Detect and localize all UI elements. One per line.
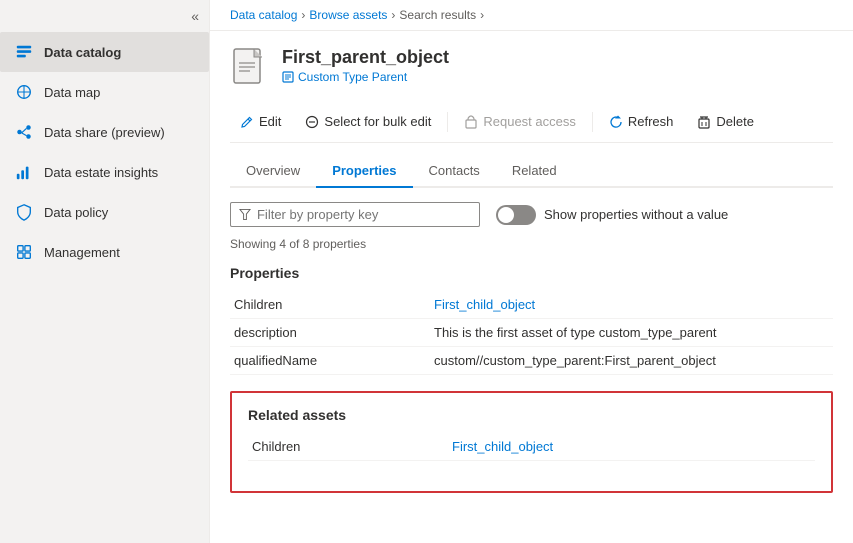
breadcrumb-search-results: Search results bbox=[399, 8, 476, 22]
sidebar-item-data-catalog[interactable]: Data catalog bbox=[0, 32, 209, 72]
table-row: qualifiedName custom//custom_type_parent… bbox=[230, 347, 833, 375]
asset-title-block: First_parent_object Custom Type Parent bbox=[282, 47, 449, 84]
tab-overview[interactable]: Overview bbox=[230, 155, 316, 188]
filter-input-wrap[interactable] bbox=[230, 202, 480, 227]
toolbar-separator bbox=[447, 112, 448, 132]
tabs: Overview Properties Contacts Related bbox=[230, 155, 833, 188]
select-bulk-label: Select for bulk edit bbox=[324, 114, 431, 129]
delete-icon bbox=[697, 115, 711, 129]
filter-icon bbox=[239, 208, 251, 221]
asset-header: First_parent_object Custom Type Parent bbox=[230, 47, 833, 87]
showing-text: Showing 4 of 8 properties bbox=[230, 237, 833, 251]
sidebar-item-data-share[interactable]: Data share (preview) bbox=[0, 112, 209, 152]
map-icon bbox=[14, 82, 34, 102]
sidebar-item-label: Management bbox=[44, 245, 120, 260]
table-row: description This is the first asset of t… bbox=[230, 319, 833, 347]
breadcrumb-sep-1: › bbox=[301, 8, 305, 22]
sidebar-item-management[interactable]: Management bbox=[0, 232, 209, 272]
properties-table: Children First_child_object description … bbox=[230, 291, 833, 375]
sidebar-item-label: Data policy bbox=[44, 205, 108, 220]
request-access-label: Request access bbox=[483, 114, 576, 129]
collapse-icon: « bbox=[191, 8, 199, 24]
sidebar-item-data-estate[interactable]: Data estate insights bbox=[0, 152, 209, 192]
refresh-label: Refresh bbox=[628, 114, 674, 129]
related-assets-table: Children First_child_object bbox=[248, 433, 815, 461]
show-without-value-toggle[interactable] bbox=[496, 205, 536, 225]
refresh-button[interactable]: Refresh bbox=[599, 109, 684, 134]
related-assets-title: Related assets bbox=[248, 407, 815, 423]
refresh-icon bbox=[609, 115, 623, 129]
prop-key: description bbox=[230, 319, 430, 347]
edit-icon bbox=[240, 115, 254, 129]
sidebar-item-label: Data share (preview) bbox=[44, 125, 165, 140]
tab-contacts[interactable]: Contacts bbox=[413, 155, 496, 188]
asset-title: First_parent_object bbox=[282, 47, 449, 68]
tab-related[interactable]: Related bbox=[496, 155, 573, 188]
sidebar-item-data-policy[interactable]: Data policy bbox=[0, 192, 209, 232]
prop-value: This is the first asset of type custom_t… bbox=[430, 319, 833, 347]
prop-key: Children bbox=[248, 433, 448, 461]
policy-icon bbox=[14, 202, 34, 222]
properties-section-title: Properties bbox=[230, 265, 833, 281]
filter-input[interactable] bbox=[257, 207, 471, 222]
delete-button[interactable]: Delete bbox=[687, 109, 764, 134]
sidebar-collapse-button[interactable]: « bbox=[0, 0, 209, 32]
prop-value: custom//custom_type_parent:First_parent_… bbox=[430, 347, 833, 375]
toolbar: Edit Select for bulk edit Request access… bbox=[230, 101, 833, 143]
breadcrumb-sep-3: › bbox=[480, 8, 484, 22]
prop-link[interactable]: First_child_object bbox=[430, 291, 833, 319]
select-bulk-button[interactable]: Select for bulk edit bbox=[295, 109, 441, 134]
asset-icon bbox=[230, 47, 270, 87]
delete-label: Delete bbox=[716, 114, 754, 129]
prop-key: qualifiedName bbox=[230, 347, 430, 375]
share-icon bbox=[14, 122, 34, 142]
catalog-icon bbox=[14, 42, 34, 62]
sidebar-item-label: Data map bbox=[44, 85, 100, 100]
sidebar-item-data-map[interactable]: Data map bbox=[0, 72, 209, 112]
request-access-icon bbox=[464, 115, 478, 129]
prop-key: Children bbox=[230, 291, 430, 319]
tab-properties[interactable]: Properties bbox=[316, 155, 412, 188]
table-row: Children First_child_object bbox=[230, 291, 833, 319]
management-icon bbox=[14, 242, 34, 262]
main-content: Data catalog › Browse assets › Search re… bbox=[210, 0, 853, 543]
breadcrumb: Data catalog › Browse assets › Search re… bbox=[210, 0, 853, 31]
breadcrumb-data-catalog[interactable]: Data catalog bbox=[230, 8, 297, 22]
related-link[interactable]: First_child_object bbox=[448, 433, 815, 461]
sidebar: « Data catalog Data map Data share (prev… bbox=[0, 0, 210, 543]
sidebar-item-label: Data estate insights bbox=[44, 165, 158, 180]
request-access-button[interactable]: Request access bbox=[454, 109, 586, 134]
select-bulk-icon bbox=[305, 115, 319, 129]
filter-bar: Show properties without a value bbox=[230, 202, 833, 227]
table-row: Children First_child_object bbox=[248, 433, 815, 461]
breadcrumb-browse-assets[interactable]: Browse assets bbox=[309, 8, 387, 22]
related-assets-box: Related assets Children First_child_obje… bbox=[230, 391, 833, 493]
insights-icon bbox=[14, 162, 34, 182]
toggle-wrap: Show properties without a value bbox=[496, 205, 728, 225]
edit-button[interactable]: Edit bbox=[230, 109, 291, 134]
edit-label: Edit bbox=[259, 114, 281, 129]
asset-type-label: Custom Type Parent bbox=[298, 70, 407, 84]
toggle-label: Show properties without a value bbox=[544, 207, 728, 222]
toolbar-separator-2 bbox=[592, 112, 593, 132]
content-area: First_parent_object Custom Type Parent E… bbox=[210, 31, 853, 543]
asset-type[interactable]: Custom Type Parent bbox=[282, 70, 449, 84]
sidebar-item-label: Data catalog bbox=[44, 45, 121, 60]
breadcrumb-sep-2: › bbox=[391, 8, 395, 22]
